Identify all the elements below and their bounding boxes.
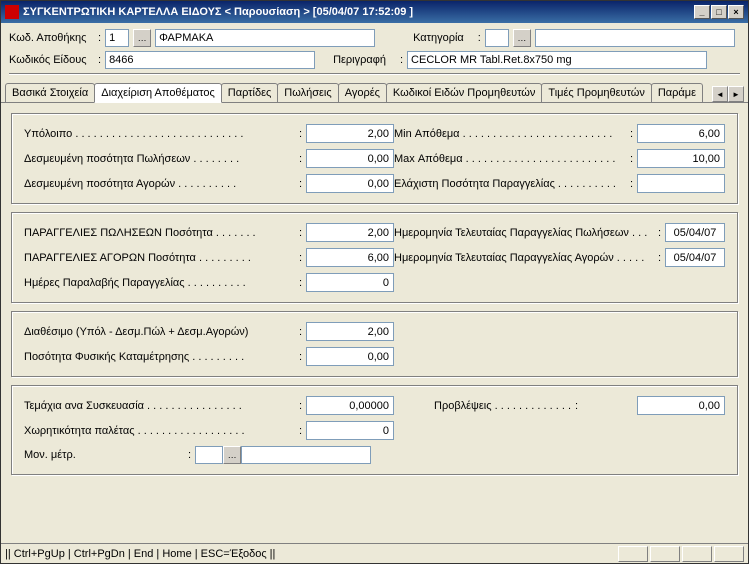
uom-lookup-button[interactable]: … (223, 446, 241, 464)
close-button[interactable]: × (728, 5, 744, 19)
available-label: Διαθέσιμο (Υπόλ - Δεσμ.Πώλ + Δεσμ.Αγορών… (24, 326, 295, 338)
uom-label: Μον. μέτρ. (24, 449, 84, 461)
tab-basic[interactable]: Βασικά Στοιχεία (5, 83, 95, 102)
tab-batches[interactable]: Παρτίδες (221, 83, 279, 102)
pieces-label: Τεμάχια ανα Συσκευασία . . . . . . . . .… (24, 400, 295, 412)
sales-orders-label: ΠΑΡΑΓΓΕΛΙΕΣ ΠΩΛΗΣΕΩΝ Ποσότητα . . . . . … (24, 227, 295, 239)
statusbar-box-2 (650, 546, 680, 562)
reserved-purch-input[interactable] (306, 174, 394, 193)
tab-purchases[interactable]: Αγορές (338, 83, 387, 102)
header: Κωδ. Αποθήκης: … Κατηγορία : … Κωδικός Ε… (1, 23, 748, 81)
group-packaging: Τεμάχια ανα Συσκευασία . . . . . . . . .… (11, 385, 738, 475)
reserved-sales-label: Δεσμευμένη ποσότητα Πωλήσεων . . . . . .… (24, 153, 295, 165)
days-receive-input[interactable] (306, 273, 394, 292)
tab-stock-management[interactable]: Διαχείριση Αποθέματος (94, 83, 222, 103)
physical-input[interactable] (306, 347, 394, 366)
category-code-input[interactable] (485, 29, 509, 47)
min-stock-input[interactable] (637, 124, 725, 143)
category-lookup-button[interactable]: … (513, 29, 531, 47)
pieces-input[interactable] (306, 396, 394, 415)
balance-label: Υπόλοιπο . . . . . . . . . . . . . . . .… (24, 128, 295, 140)
description-input[interactable] (407, 51, 707, 69)
window-title: ΣΥΓΚΕΝΤΡΩΤΙΚΗ ΚΑΡΤΕΛΛΑ ΕΙΔΟΥΣ < Παρουσία… (23, 6, 694, 18)
tab-parameters[interactable]: Παράμε (651, 83, 703, 102)
max-stock-input[interactable] (637, 149, 725, 168)
uom-code-input[interactable] (195, 446, 223, 464)
group-orders: ΠΑΡΑΓΓΕΛΙΕΣ ΠΩΛΗΣΕΩΝ Ποσότητα . . . . . … (11, 212, 738, 303)
app-icon (5, 5, 19, 19)
warehouse-code-input[interactable] (105, 29, 129, 47)
tab-sales[interactable]: Πωλήσεις (277, 83, 338, 102)
purch-orders-input[interactable] (306, 248, 394, 267)
tabstrip: Βασικά Στοιχεία Διαχείριση Αποθέματος Πα… (1, 81, 748, 103)
statusbar-box-4 (714, 546, 744, 562)
group-available: Διαθέσιμο (Υπόλ - Δεσμ.Πώλ + Δεσμ.Αγορών… (11, 311, 738, 377)
available-input[interactable] (306, 322, 394, 341)
itemcode-input[interactable] (105, 51, 315, 69)
warehouse-name-input[interactable] (155, 29, 375, 47)
statusbar-box-1 (618, 546, 648, 562)
min-order-input[interactable] (637, 174, 725, 193)
physical-label: Ποσότητα Φυσικής Καταμέτρησης . . . . . … (24, 351, 295, 363)
pallet-input[interactable] (306, 421, 394, 440)
uom-name-input[interactable] (241, 446, 371, 464)
header-divider (9, 73, 740, 75)
warehouse-lookup-button[interactable]: … (133, 29, 151, 47)
max-stock-label: Max Απόθεμα . . . . . . . . . . . . . . … (394, 153, 626, 165)
forecast-input[interactable] (637, 396, 725, 415)
group-stock: Υπόλοιπο . . . . . . . . . . . . . . . .… (11, 113, 738, 204)
tab-scroll-right[interactable]: ► (728, 86, 744, 102)
statusbar-box-3 (682, 546, 712, 562)
sales-orders-input[interactable] (306, 223, 394, 242)
reserved-sales-input[interactable] (306, 149, 394, 168)
reserved-purch-label: Δεσμευμένη ποσότητα Αγορών . . . . . . .… (24, 178, 295, 190)
statusbar-text: || Ctrl+PgUp | Ctrl+PgDn | End | Home | … (5, 548, 616, 560)
days-receive-label: Ημέρες Παραλαβής Παραγγελίας . . . . . .… (24, 277, 295, 289)
warehouse-label: Κωδ. Αποθήκης (9, 32, 94, 44)
main-window: ΣΥΓΚΕΝΤΡΩΤΙΚΗ ΚΑΡΤΕΛΛΑ ΕΙΔΟΥΣ < Παρουσία… (0, 0, 749, 564)
tab-supplier-codes[interactable]: Κωδικοί Ειδών Προμηθευτών (386, 83, 542, 102)
statusbar: || Ctrl+PgUp | Ctrl+PgDn | End | Home | … (1, 543, 748, 563)
itemcode-label: Κωδικός Είδους (9, 54, 94, 66)
last-purch-date-label: Ημερομηνία Τελευταίας Παραγγελίας Αγορών… (394, 252, 654, 264)
tab-scroll-left[interactable]: ◄ (712, 86, 728, 102)
last-sales-date-input[interactable] (665, 223, 725, 242)
balance-input[interactable] (306, 124, 394, 143)
tab-supplier-prices[interactable]: Τιμές Προμηθευτών (541, 83, 651, 102)
minimize-button[interactable]: _ (694, 5, 710, 19)
maximize-button[interactable]: □ (711, 5, 727, 19)
category-name-input[interactable] (535, 29, 735, 47)
pallet-label: Χωρητικότητα παλέτας . . . . . . . . . .… (24, 425, 295, 437)
description-label: Περιγραφή (333, 54, 386, 66)
last-sales-date-label: Ημερομηνία Τελευταίας Παραγγελίας Πωλήσε… (394, 227, 654, 239)
forecast-label: Προβλέψεις . . . . . . . . . . . . . (434, 400, 571, 412)
purch-orders-label: ΠΑΡΑΓΓΕΛΙΕΣ ΑΓΟΡΩΝ Ποσότητα . . . . . . … (24, 252, 295, 264)
min-order-label: Ελάχιστη Ποσότητα Παραγγελίας . . . . . … (394, 178, 626, 190)
titlebar: ΣΥΓΚΕΝΤΡΩΤΙΚΗ ΚΑΡΤΕΛΛΑ ΕΙΔΟΥΣ < Παρουσία… (1, 1, 748, 23)
tab-content: Υπόλοιπο . . . . . . . . . . . . . . . .… (1, 103, 748, 543)
min-stock-label: Min Απόθεμα . . . . . . . . . . . . . . … (394, 128, 626, 140)
category-label: Κατηγορία (413, 32, 464, 44)
last-purch-date-input[interactable] (665, 248, 725, 267)
